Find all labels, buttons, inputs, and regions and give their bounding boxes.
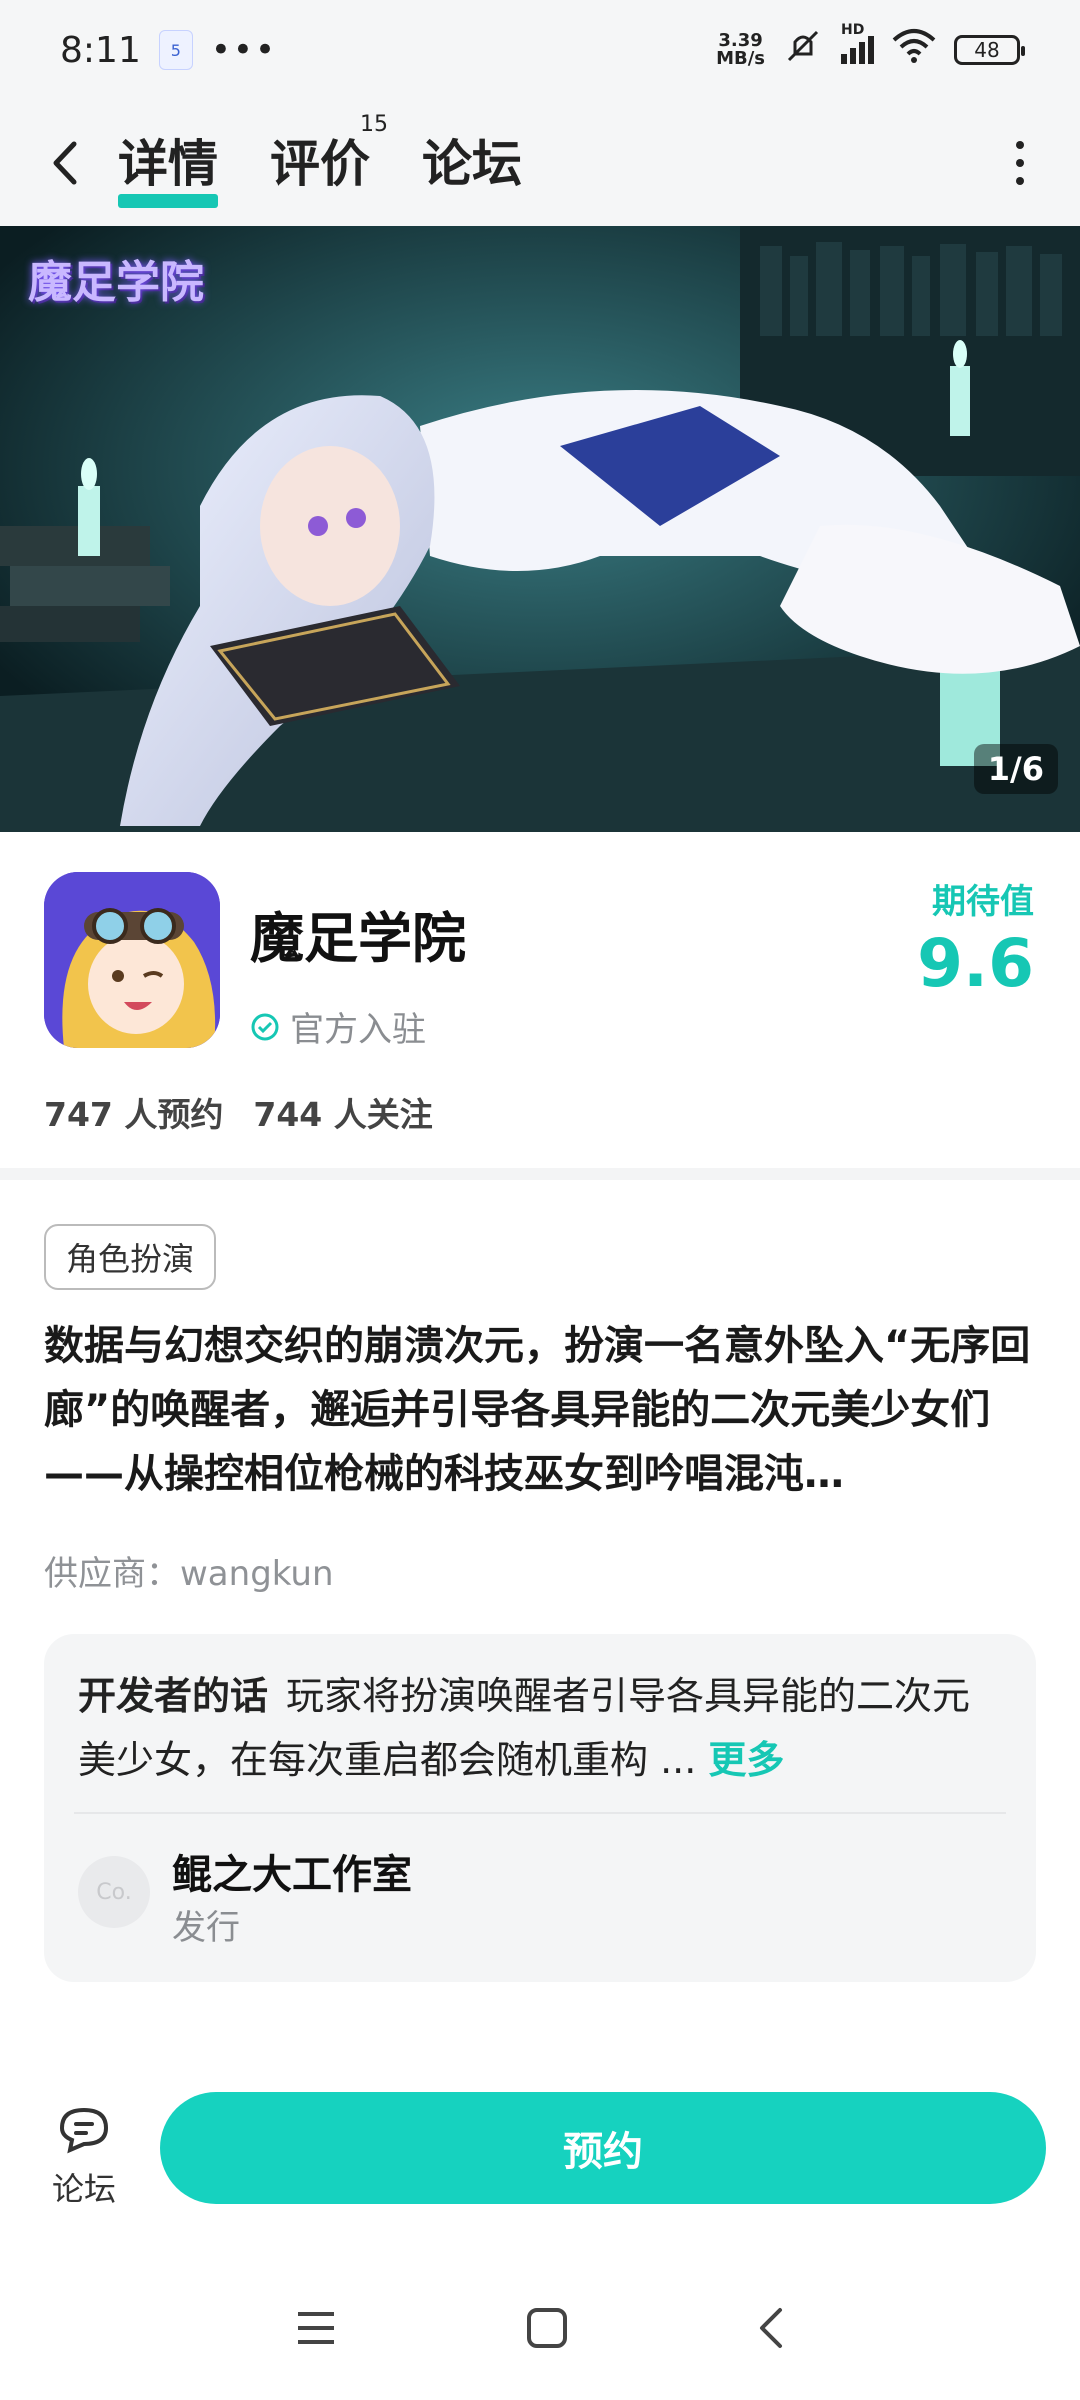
back-arrow-icon	[760, 2308, 783, 2348]
verified-check-icon	[251, 1013, 279, 1040]
developer-words[interactable]: 开发者的话 玩家将扮演唤醒者引导各具异能的二次元美少女，在每次重启都会随机重构 .…	[78, 1664, 1002, 1792]
status-left: 8:11 5 •••	[60, 30, 277, 71]
publisher-name[interactable]: 鲲之大工作室	[172, 1842, 412, 1900]
game-info-section: 魔足学院 官方入驻 期待值 9.6 747 人预约 744 人关注	[0, 832, 1080, 1170]
developer-more-link[interactable]: 更多	[708, 1738, 784, 1782]
top-navigation: 详情 评价 15 论坛	[0, 100, 1080, 226]
expectation-value: 9.6	[917, 925, 1034, 1002]
game-icon	[44, 872, 220, 1048]
status-bar: 8:11 5 ••• 3.39 MB/s HD 48	[0, 0, 1080, 100]
back-button[interactable]	[40, 133, 90, 193]
section-divider	[0, 1168, 1080, 1180]
recent-apps-button[interactable]	[294, 2308, 338, 2352]
chevron-left-icon	[53, 141, 77, 185]
more-options-button[interactable]	[1000, 141, 1040, 185]
wifi-icon	[892, 28, 936, 73]
more-dot	[1016, 177, 1024, 185]
game-description[interactable]: 数据与幻想交织的崩溃次元，扮演一名意外坠入“无序回廊”的唤醒者，邂逅并引导各具异…	[44, 1314, 1034, 1506]
home-square-icon	[526, 2308, 567, 2348]
tab-reviews[interactable]: 评价 15	[270, 112, 388, 202]
network-speed: 3.39 MB/s	[716, 32, 765, 68]
tab-bar: 详情 评价 15 论坛	[118, 112, 522, 208]
developer-words-label: 开发者的话	[78, 1674, 269, 1718]
tab-details-label: 详情	[118, 135, 218, 193]
tab-details[interactable]: 详情	[118, 124, 218, 208]
official-badge: 官方入驻	[250, 1002, 426, 1051]
signal-icon: HD	[841, 22, 874, 64]
reviews-count-badge: 15	[360, 112, 388, 137]
status-right: 3.39 MB/s HD 48	[716, 22, 1025, 75]
game-title: 魔足学院	[250, 907, 466, 970]
forum-button-label: 论坛	[51, 2170, 116, 2208]
forum-button[interactable]: 论坛	[44, 2104, 124, 2210]
battery-icon: 48	[954, 35, 1025, 65]
system-navigation-bar	[0, 2260, 1080, 2400]
menu-icon	[297, 2312, 334, 2344]
publisher-role: 发行	[172, 1908, 240, 1948]
tab-forum[interactable]: 论坛	[422, 124, 522, 202]
follower-count: 744 人关注	[253, 1095, 433, 1134]
genre-tag[interactable]: 角色扮演	[44, 1224, 217, 1290]
game-stats: 747 人预约 744 人关注	[44, 1088, 433, 1136]
notification-app-icon: 5	[158, 30, 193, 70]
supplier-info: 供应商：wangkun	[44, 1554, 334, 1594]
mute-icon	[783, 26, 823, 75]
reserve-button[interactable]: 预约	[160, 2092, 1046, 2204]
more-dot	[1016, 141, 1024, 149]
developer-card-divider	[74, 1812, 1006, 1814]
status-time: 8:11	[60, 29, 141, 71]
expectation-score: 期待值 9.6	[917, 874, 1034, 1002]
carousel-counter: 1/6	[973, 744, 1058, 794]
more-dot	[1016, 159, 1024, 167]
game-detail-page: 8:11 5 ••• 3.39 MB/s HD 48 详情 评价 15 论坛 魔…	[0, 0, 1080, 2400]
official-label: 官方入驻	[290, 1010, 426, 1050]
forum-chat-icon	[59, 2107, 109, 2154]
publisher-avatar[interactable]: Co.	[78, 1856, 150, 1928]
bottom-action-bar: 论坛 预约	[0, 2070, 1080, 2230]
home-button[interactable]	[525, 2306, 569, 2354]
tab-forum-label: 论坛	[422, 135, 522, 193]
reservation-count: 747 人预约	[44, 1095, 224, 1134]
banner-artwork	[0, 226, 1080, 832]
expectation-label: 期待值	[932, 882, 1034, 922]
hd-label: HD	[841, 22, 865, 38]
screenshot-carousel[interactable]: 魔足学院 1/6	[0, 226, 1080, 832]
network-speed-unit: MB/s	[716, 48, 765, 69]
developer-card: 开发者的话 玩家将扮演唤醒者引导各具异能的二次元美少女，在每次重启都会随机重构 .…	[44, 1634, 1036, 1982]
more-notifications-icon: •••	[210, 30, 278, 70]
system-back-button[interactable]	[756, 2306, 786, 2354]
banner-game-logo: 魔足学院	[28, 257, 204, 308]
tab-reviews-label: 评价	[270, 135, 370, 193]
